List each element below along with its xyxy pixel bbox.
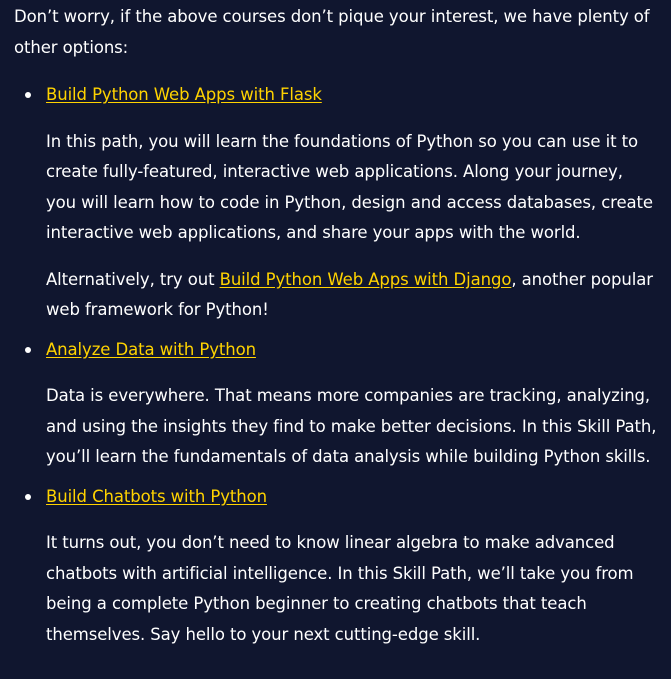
course-list: Build Python Web Apps with Flask In this… <box>14 80 657 650</box>
course-title: Build Chatbots with Python <box>46 482 657 513</box>
course-link-flask[interactable]: Build Python Web Apps with Flask <box>46 85 322 104</box>
course-description: It turns out, you don’t need to know lin… <box>46 533 634 644</box>
course-title: Analyze Data with Python <box>46 335 657 366</box>
course-link-django[interactable]: Build Python Web Apps with Django <box>220 270 512 289</box>
course-description: In this path, you will learn the foundat… <box>46 131 653 243</box>
bullet-icon <box>25 346 31 353</box>
bullet-icon <box>25 493 31 500</box>
intro-paragraph: Don’t worry, if the above courses don’t … <box>14 7 650 57</box>
course-link-analyze-data[interactable]: Analyze Data with Python <box>46 340 256 359</box>
course-description: Data is everywhere. That means more comp… <box>46 386 657 466</box>
list-item: Build Python Web Apps with Flask In this… <box>25 80 657 326</box>
list-item: Analyze Data with Python Data is everywh… <box>25 335 657 473</box>
course-title: Build Python Web Apps with Flask <box>46 80 657 111</box>
article-body: Don’t worry, if the above courses don’t … <box>0 0 671 650</box>
list-item: Build Chatbots with Python It turns out,… <box>25 482 657 651</box>
alternative-prefix: Alternatively, try out <box>46 269 220 289</box>
bullet-icon <box>25 92 31 98</box>
alternative-paragraph: Alternatively, try out Build Python Web … <box>46 265 657 326</box>
course-link-chatbots[interactable]: Build Chatbots with Python <box>46 487 267 506</box>
